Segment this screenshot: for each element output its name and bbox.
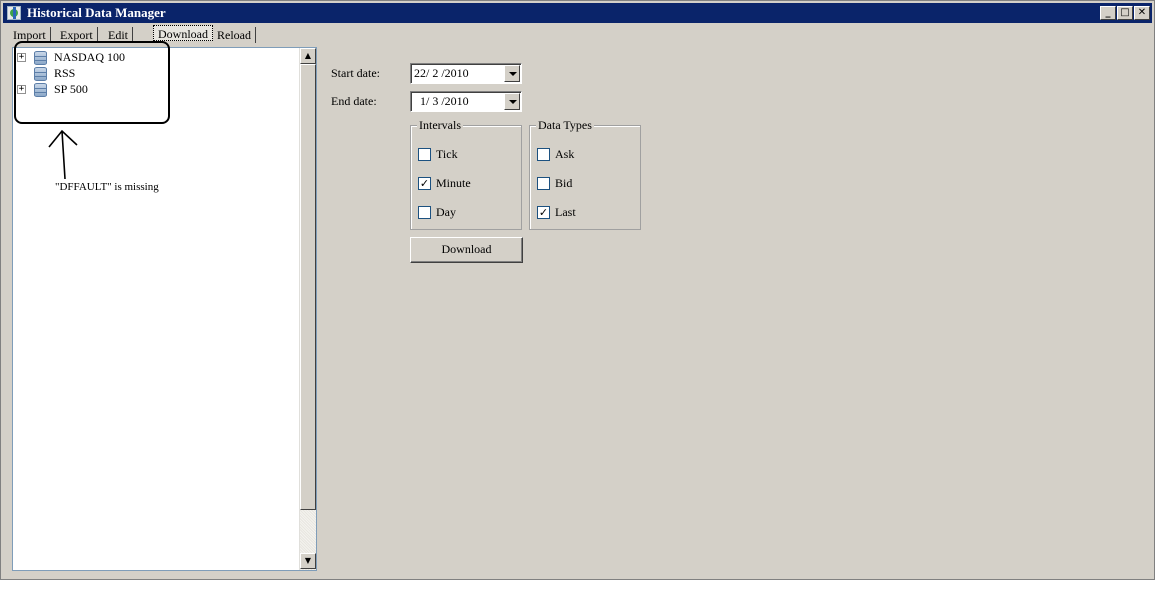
close-button[interactable]: ✕ — [1134, 6, 1150, 20]
menu-item-reload[interactable]: Reload — [213, 27, 256, 43]
intervals-title: Intervals — [417, 118, 463, 132]
tree-node-label: SP 500 — [54, 82, 88, 96]
checkbox-icon[interactable] — [418, 206, 431, 219]
minimize-button[interactable]: _ — [1100, 6, 1116, 20]
database-icon — [34, 51, 47, 65]
download-button[interactable]: Download — [410, 237, 523, 263]
checkbox-label: Minute — [436, 176, 471, 190]
menu-item-edit[interactable]: Edit — [104, 27, 133, 43]
scroll-up-icon[interactable]: ▲ — [300, 48, 316, 64]
instrument-tree[interactable]: + NASDAQ 100 RSS + SP 500 ▲ ▼ — [12, 47, 317, 571]
vertical-scrollbar[interactable]: ▲ ▼ — [299, 48, 316, 570]
checkbox-label: Ask — [555, 147, 575, 161]
start-date-picker[interactable]: 22/ 2 /2010 — [410, 63, 522, 84]
end-date-picker[interactable]: 1/ 3 /2010 — [410, 91, 522, 112]
checkmark-icon[interactable]: ✓ — [537, 206, 550, 219]
data-types-group: Data Types Ask Bid ✓ Last — [529, 118, 641, 230]
scroll-down-icon[interactable]: ▼ — [300, 553, 316, 569]
dropdown-arrow-icon[interactable] — [504, 93, 520, 110]
checkbox-label: Day — [436, 205, 456, 219]
intervals-group: Intervals Tick ✓ Minute Day — [410, 118, 522, 230]
menu-item-download[interactable]: Download — [153, 25, 213, 41]
end-date-value: 1/ 3 /2010 — [420, 94, 469, 108]
database-icon — [34, 83, 47, 97]
window-title: Historical Data Manager — [27, 5, 166, 20]
app-window: Historical Data Manager _ □ ✕ Import Exp… — [0, 0, 1155, 580]
checkbox-label: Bid — [555, 176, 573, 190]
annotation-arrow-icon — [48, 129, 78, 180]
menu-item-export[interactable]: Export — [56, 27, 98, 43]
dropdown-arrow-icon[interactable] — [504, 65, 520, 82]
checkbox-label: Last — [555, 205, 576, 219]
expand-icon[interactable]: + — [17, 85, 26, 94]
end-date-label: End date: — [331, 94, 377, 108]
menu-bar: Import Export Edit Download Reload — [3, 24, 1152, 43]
checkbox-icon[interactable] — [418, 148, 431, 161]
app-icon — [7, 6, 21, 20]
checkbox-icon[interactable] — [537, 177, 550, 190]
scroll-thumb[interactable] — [300, 64, 316, 510]
checkmark-icon[interactable]: ✓ — [418, 177, 431, 190]
title-bar[interactable]: Historical Data Manager _ □ ✕ — [3, 3, 1152, 23]
checkbox-label: Tick — [436, 147, 458, 161]
annotation-note: "DFFAULT" is missing — [55, 181, 159, 193]
start-date-value: 22/ 2 /2010 — [414, 66, 469, 80]
expand-icon[interactable]: + — [17, 53, 26, 62]
maximize-button[interactable]: □ — [1117, 6, 1133, 20]
start-date-label: Start date: — [331, 66, 380, 80]
tree-node-label: RSS — [54, 66, 76, 80]
database-icon — [34, 67, 47, 81]
menu-item-import[interactable]: Import — [9, 27, 51, 43]
checkbox-icon[interactable] — [537, 148, 550, 161]
data-types-title: Data Types — [536, 118, 594, 132]
tree-node-label: NASDAQ 100 — [54, 50, 126, 64]
